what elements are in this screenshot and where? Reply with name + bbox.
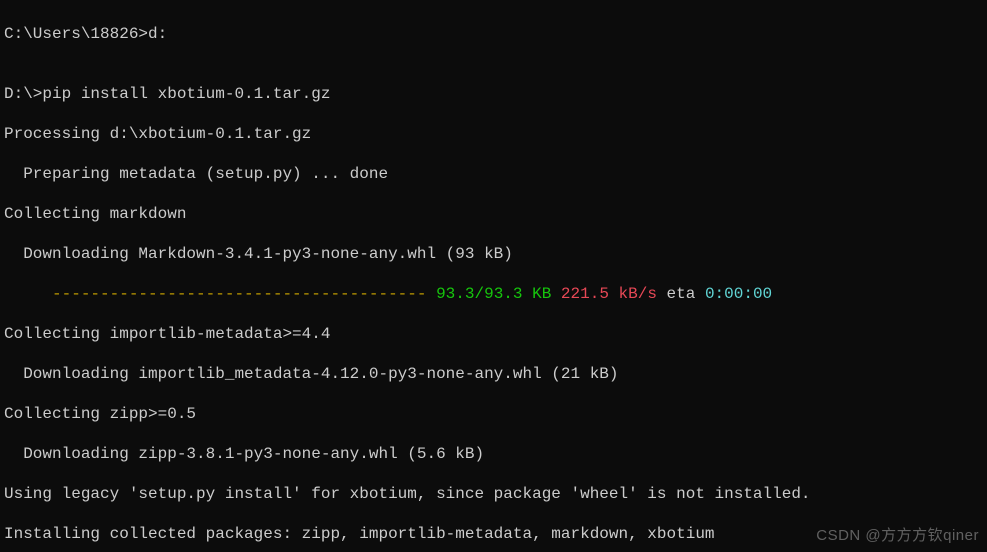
output-line: Downloading importlib_metadata-4.12.0-py… bbox=[4, 364, 987, 384]
progress-dashes: --------------------------------------- bbox=[42, 285, 436, 303]
progress-bar: --------------------------------------- … bbox=[4, 284, 987, 304]
eta-time: 0:00:00 bbox=[705, 285, 772, 303]
output-line: Using legacy 'setup.py install' for xbot… bbox=[4, 484, 987, 504]
terminal-window[interactable]: C:\Users\18826>d: D:\>pip install xbotiu… bbox=[0, 0, 987, 552]
output-line: Downloading zipp-3.8.1-py3-none-any.whl … bbox=[4, 444, 987, 464]
output-line: Downloading Markdown-3.4.1-py3-none-any.… bbox=[4, 244, 987, 264]
progress-speed: 221.5 kB/s bbox=[561, 285, 657, 303]
progress-size: 93.3/93.3 KB bbox=[436, 285, 551, 303]
output-line: Collecting importlib-metadata>=4.4 bbox=[4, 324, 987, 344]
output-line: Collecting zipp>=0.5 bbox=[4, 404, 987, 424]
output-line: Preparing metadata (setup.py) ... done bbox=[4, 164, 987, 184]
output-line: Collecting markdown bbox=[4, 204, 987, 224]
prompt-line: C:\Users\18826>d: bbox=[4, 24, 987, 44]
watermark: CSDN @方方方钦qiner bbox=[816, 526, 979, 546]
prompt-line: D:\>pip install xbotium-0.1.tar.gz bbox=[4, 84, 987, 104]
output-line: Processing d:\xbotium-0.1.tar.gz bbox=[4, 124, 987, 144]
eta-label: eta bbox=[657, 285, 705, 303]
